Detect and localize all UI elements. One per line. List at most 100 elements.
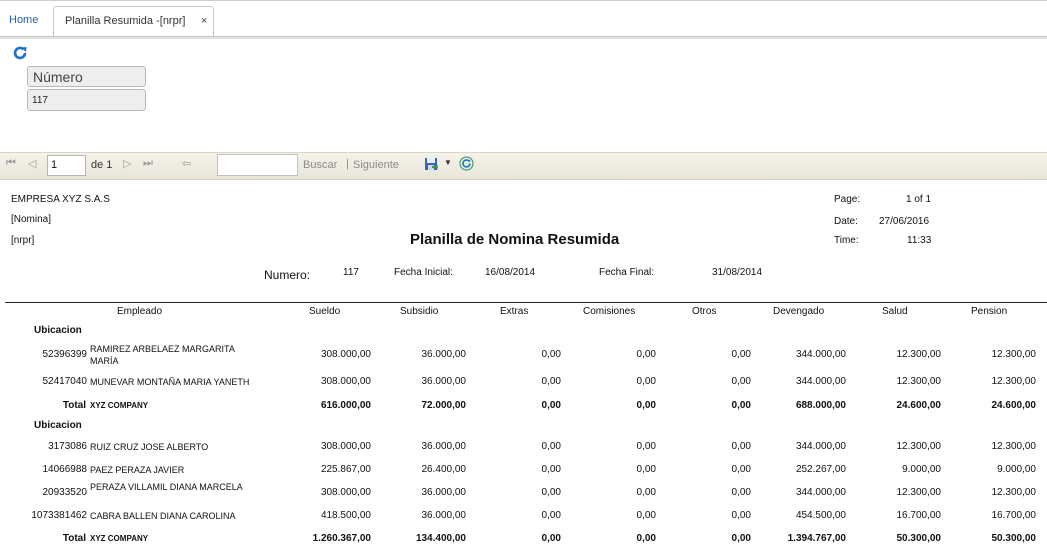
close-icon[interactable]: ×	[201, 7, 207, 35]
total-cell: 0,00	[731, 400, 751, 411]
first-page-icon[interactable]: ⏮	[6, 157, 16, 170]
table-cell: 308.000,00	[320, 441, 371, 452]
table-cell: 344.000,00	[795, 376, 846, 387]
next-page-icon[interactable]: ▷	[123, 157, 131, 170]
total-cell: 0,00	[636, 400, 656, 411]
date-label: Date:	[834, 216, 858, 227]
refresh-icon[interactable]	[11, 44, 29, 62]
col-salud: Salud	[882, 306, 908, 317]
page-number-input[interactable]: 1	[47, 155, 86, 176]
find-link[interactable]: Buscar	[303, 159, 337, 171]
total-cell: 50.300,00	[896, 533, 942, 544]
company-name: EMPRESA XYZ S.A.S	[11, 194, 110, 205]
table-cell: 12.300,00	[896, 349, 942, 360]
time-label: Time:	[834, 235, 859, 246]
total-company: XYZ COMPANY	[90, 401, 149, 410]
total-cell: 616.000,00	[320, 400, 371, 411]
employee-name: RUIZ CRUZ JOSE ALBERTO	[90, 442, 209, 452]
table-cell: 36.000,00	[421, 349, 467, 360]
table-cell: 454.500,00	[795, 510, 846, 521]
total-cell: 50.300,00	[991, 533, 1037, 544]
table-cell: 0,00	[636, 349, 656, 360]
table-cell: 0,00	[541, 349, 561, 360]
employee-name: RAMIREZ ARBELAEZ MARGARITA MARÍA	[90, 344, 235, 366]
table-cell: 418.500,00	[320, 510, 371, 521]
export-save-icon[interactable]	[424, 157, 438, 171]
table-cell: 12.300,00	[991, 441, 1037, 452]
table-cell: 0,00	[731, 487, 751, 498]
employee-id: 52417040	[42, 376, 88, 387]
col-comisiones: Comisiones	[583, 306, 636, 317]
table-cell: 12.300,00	[991, 349, 1037, 360]
last-page-icon[interactable]: ⏭	[143, 157, 153, 170]
table-cell: 26.400,00	[421, 464, 467, 475]
employee-name: PAEZ PERAZA JAVIER	[90, 465, 185, 475]
table-cell: 0,00	[541, 441, 561, 452]
group-label: Ubicacion	[34, 420, 82, 431]
table-cell: 308.000,00	[320, 349, 371, 360]
total-cell: 0,00	[731, 533, 751, 544]
time-value: 11:33	[907, 235, 932, 246]
tab-label: Planilla Resumida -[nrpr]	[65, 15, 186, 27]
table-cell: 16.700,00	[896, 510, 942, 521]
total-cell: 0,00	[541, 533, 561, 544]
table-cell: 12.300,00	[896, 487, 942, 498]
col-pension: Pension	[971, 306, 1008, 317]
table-cell: 36.000,00	[421, 487, 467, 498]
table-cell: 9.000,00	[997, 464, 1036, 475]
col-extras: Extras	[500, 306, 529, 317]
table-cell: 308.000,00	[320, 376, 371, 387]
tab-home[interactable]: Home	[0, 6, 48, 36]
total-cell: 1.260.367,00	[312, 533, 371, 544]
table-cell: 0,00	[541, 487, 561, 498]
table-cell: 0,00	[731, 441, 751, 452]
total-cell: 0,00	[541, 400, 561, 411]
table-cell: 36.000,00	[421, 441, 467, 452]
total-cell: 24.600,00	[991, 400, 1037, 411]
total-cell: 24.600,00	[896, 400, 942, 411]
fecha-final-value: 31/08/2014	[712, 267, 763, 278]
employee-id: 14066988	[42, 464, 88, 475]
back-icon[interactable]: ⇦	[182, 157, 191, 170]
table-cell: 12.300,00	[991, 376, 1037, 387]
employee-id: 1073381462	[31, 510, 87, 521]
fecha-inicial-label: Fecha Inicial:	[394, 267, 453, 278]
find-next-link[interactable]: Siguiente	[353, 159, 399, 171]
export-dropdown-icon[interactable]: ▼	[444, 158, 452, 167]
total-cell: 688.000,00	[795, 400, 846, 411]
employee-id: 52396399	[42, 349, 88, 360]
numero-value: 117	[343, 267, 359, 278]
toolbar-separator: |	[346, 158, 349, 170]
table-cell: 344.000,00	[795, 487, 846, 498]
page-label: Page:	[834, 194, 861, 205]
total-cell: 0,00	[636, 533, 656, 544]
total-cell: 1.394.767,00	[787, 533, 846, 544]
table-cell: 0,00	[636, 441, 656, 452]
tab-planilla-resumida[interactable]: Planilla Resumida -[nrpr] ×	[53, 6, 214, 36]
page-count: de 1	[91, 159, 113, 171]
table-cell: 9.000,00	[902, 464, 941, 475]
reload-report-icon[interactable]	[459, 156, 474, 171]
total-cell: 134.400,00	[415, 533, 466, 544]
total-label: Total	[62, 533, 86, 544]
table-cell: 16.700,00	[991, 510, 1037, 521]
numero-param-field[interactable]: 117	[27, 89, 146, 111]
employee-name: PERAZA VILLAMIL DIANA MARCELA	[90, 482, 243, 492]
page-value: 1 of 1	[906, 194, 932, 205]
col-subsidio: Subsidio	[400, 306, 439, 317]
report-title: Planilla de Nomina Resumida	[410, 231, 620, 248]
fecha-final-label: Fecha Final:	[599, 267, 655, 278]
table-cell: 0,00	[636, 376, 656, 387]
employee-name: CABRA BALLEN DIANA CAROLINA	[90, 511, 236, 521]
table-cell: 12.300,00	[896, 376, 942, 387]
col-sueldo: Sueldo	[309, 306, 341, 317]
col-devengado: Devengado	[773, 306, 825, 317]
search-input[interactable]	[217, 154, 298, 176]
table-cell: 12.300,00	[991, 487, 1037, 498]
previous-page-icon[interactable]: ◁	[28, 157, 36, 170]
table-cell: 0,00	[731, 349, 751, 360]
table-cell: 12.300,00	[896, 441, 942, 452]
table-cell: 0,00	[731, 464, 751, 475]
table-cell: 0,00	[636, 487, 656, 498]
employee-id: 3173086	[48, 441, 87, 452]
